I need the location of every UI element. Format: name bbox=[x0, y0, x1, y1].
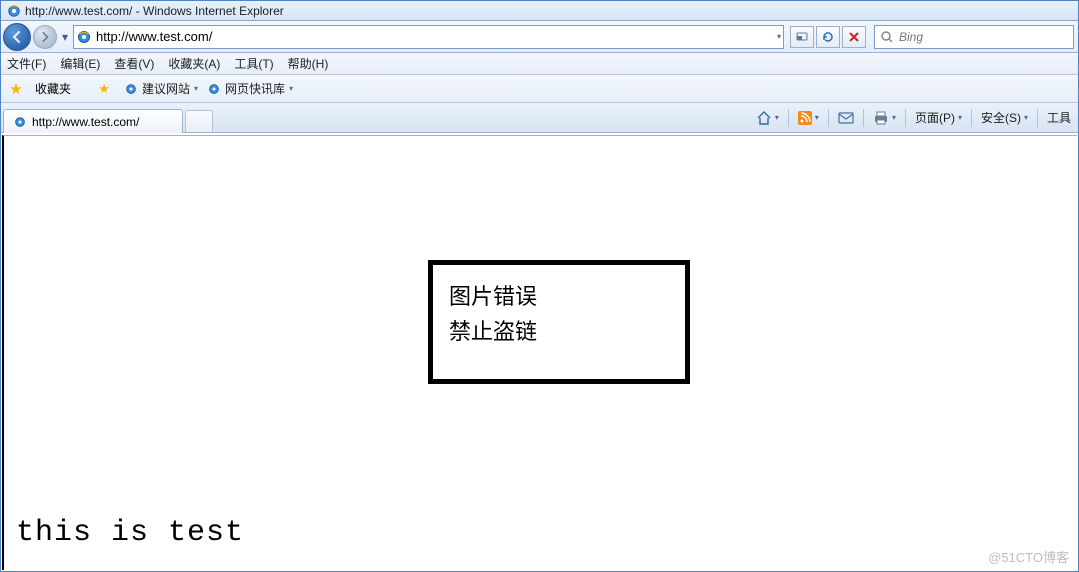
separator bbox=[1037, 109, 1038, 127]
feeds-button[interactable]: ▾ bbox=[795, 109, 822, 127]
tools-menu[interactable]: 工具 bbox=[1044, 107, 1074, 128]
chevron-down-icon: ▾ bbox=[815, 113, 819, 122]
chevron-down-icon: ▾ bbox=[775, 113, 779, 122]
menu-favorites[interactable]: 收藏夹(A) bbox=[168, 55, 220, 72]
menu-edit[interactable]: 编辑(E) bbox=[60, 55, 100, 72]
chevron-down-icon: ▾ bbox=[958, 113, 962, 122]
tab-bar: http://www.test.com/ ▾ ▾ ▾ 页面(P) ▾ 安全(S) bbox=[1, 103, 1078, 133]
ie-page-icon bbox=[76, 29, 92, 45]
separator bbox=[863, 109, 864, 127]
page-viewport: 图片错误 禁止盗链 this is test @51CTO博客 bbox=[2, 135, 1077, 570]
error-line-1: 图片错误 bbox=[449, 279, 669, 314]
separator bbox=[971, 109, 972, 127]
address-dropdown-icon[interactable]: ▾ bbox=[777, 32, 781, 41]
chevron-down-icon: ▾ bbox=[1024, 113, 1028, 122]
search-box[interactable] bbox=[874, 25, 1074, 49]
watermark: @51CTO博客 bbox=[988, 547, 1069, 566]
safety-menu[interactable]: 安全(S) ▾ bbox=[978, 107, 1031, 128]
address-bar[interactable]: ▾ bbox=[73, 25, 784, 49]
window-titlebar: http://www.test.com/ - Windows Internet … bbox=[1, 1, 1078, 21]
forward-button[interactable] bbox=[33, 25, 57, 49]
nav-toolbar: ▾ ▾ bbox=[1, 21, 1078, 53]
separator bbox=[828, 109, 829, 127]
nav-history-dropdown[interactable]: ▾ bbox=[59, 25, 71, 49]
menu-view[interactable]: 查看(V) bbox=[114, 55, 154, 72]
search-input[interactable] bbox=[899, 30, 1069, 44]
error-line-2: 禁止盗链 bbox=[449, 314, 669, 349]
page-body-text: this is test bbox=[16, 516, 244, 550]
separator bbox=[788, 109, 789, 127]
new-tab-button[interactable] bbox=[185, 110, 213, 132]
refresh-button[interactable] bbox=[816, 26, 840, 48]
back-button[interactable] bbox=[3, 23, 31, 51]
read-mail-button[interactable] bbox=[835, 110, 857, 126]
favorites-label[interactable]: 收藏夹 bbox=[35, 80, 71, 97]
add-favorite-icon[interactable]: ★ bbox=[93, 78, 115, 100]
ie-page-icon bbox=[123, 81, 139, 97]
ie-page-icon bbox=[12, 114, 28, 130]
tab-title: http://www.test.com/ bbox=[32, 115, 139, 129]
page-menu-label: 页面(P) bbox=[915, 109, 955, 126]
error-image-box: 图片错误 禁止盗链 bbox=[428, 260, 690, 384]
suggested-sites-label: 建议网站 bbox=[142, 80, 190, 97]
web-slice-label: 网页快讯库 bbox=[225, 80, 285, 97]
menu-tools[interactable]: 工具(T) bbox=[234, 55, 273, 72]
menu-file[interactable]: 文件(F) bbox=[7, 55, 46, 72]
chevron-down-icon: ▾ bbox=[194, 84, 198, 93]
command-bar: ▾ ▾ ▾ 页面(P) ▾ 安全(S) ▾ 工具 bbox=[753, 103, 1078, 132]
suggested-sites-link[interactable]: 建议网站 ▾ bbox=[123, 80, 198, 97]
menu-help[interactable]: 帮助(H) bbox=[288, 55, 329, 72]
chevron-down-icon: ▾ bbox=[289, 84, 293, 93]
window-title: http://www.test.com/ - Windows Internet … bbox=[25, 4, 284, 18]
ie-page-icon bbox=[206, 81, 222, 97]
active-tab[interactable]: http://www.test.com/ bbox=[3, 109, 183, 133]
chevron-down-icon: ▾ bbox=[892, 113, 896, 122]
search-icon bbox=[879, 29, 895, 45]
url-input[interactable] bbox=[96, 27, 772, 47]
web-slice-link[interactable]: 网页快讯库 ▾ bbox=[206, 80, 293, 97]
tools-menu-label: 工具 bbox=[1047, 109, 1071, 126]
page-menu[interactable]: 页面(P) ▾ bbox=[912, 107, 965, 128]
home-button[interactable]: ▾ bbox=[753, 108, 782, 128]
print-button[interactable]: ▾ bbox=[870, 109, 899, 127]
menu-bar: 文件(F) 编辑(E) 查看(V) 收藏夹(A) 工具(T) 帮助(H) bbox=[1, 53, 1078, 75]
favorites-bar: ★ 收藏夹 ★ 建议网站 ▾ 网页快讯库 ▾ bbox=[1, 75, 1078, 103]
compat-view-button[interactable] bbox=[790, 26, 814, 48]
safety-menu-label: 安全(S) bbox=[981, 109, 1021, 126]
stop-button[interactable] bbox=[842, 26, 866, 48]
favorites-star-icon[interactable]: ★ bbox=[5, 78, 27, 100]
separator bbox=[905, 109, 906, 127]
ie-logo-icon bbox=[7, 4, 21, 18]
